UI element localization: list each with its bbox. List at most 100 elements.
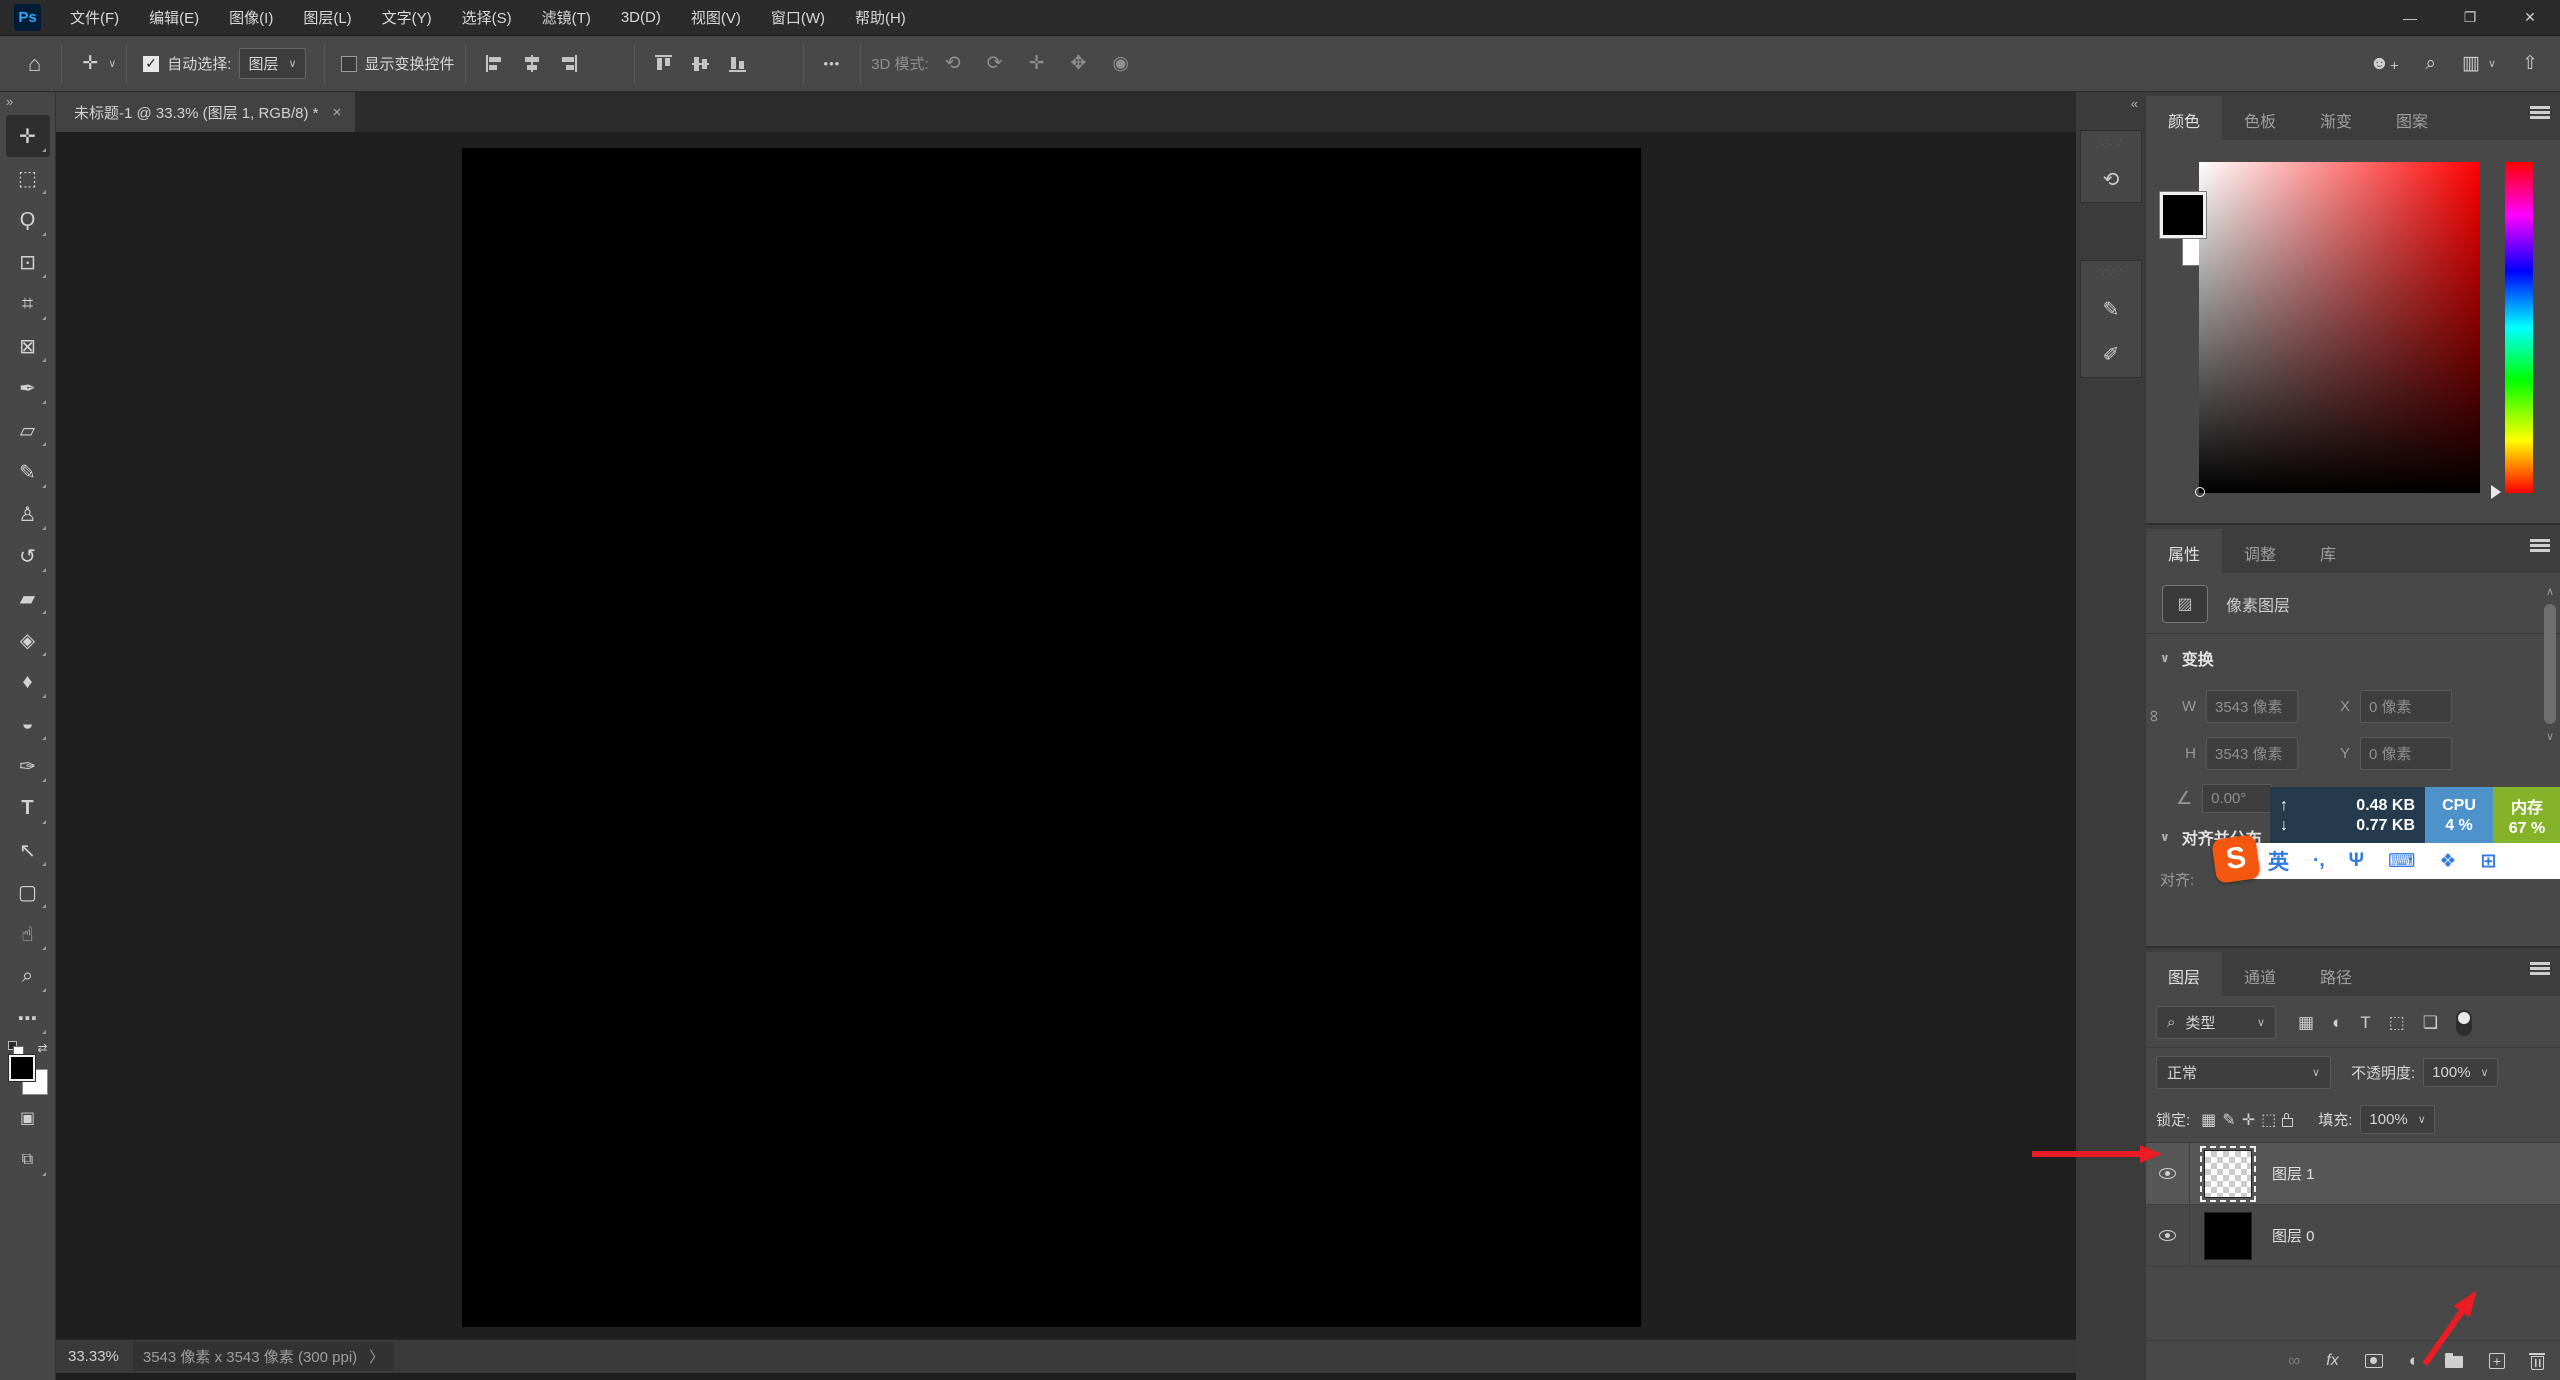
- layers-tab-通道[interactable]: 通道: [2222, 952, 2298, 996]
- align-right-icon[interactable]: [560, 55, 577, 72]
- show-transform-checkbox[interactable]: [341, 56, 357, 72]
- hue-slider[interactable]: [2505, 162, 2533, 493]
- layers-tab-图层[interactable]: 图层: [2146, 952, 2222, 996]
- object-selection-tool[interactable]: ⊡: [6, 241, 50, 283]
- align-top-icon[interactable]: [655, 55, 672, 72]
- workspace-chevron-icon[interactable]: ∨: [2488, 57, 2496, 70]
- collapse-strip-icon[interactable]: «: [2131, 96, 2138, 111]
- clone-stamp-tool[interactable]: ♙: [6, 493, 50, 535]
- blend-mode-dropdown[interactable]: 正常∨: [2156, 1056, 2331, 1089]
- lock-all-icon[interactable]: [2282, 1118, 2293, 1127]
- edit-toolbar[interactable]: ⋯: [6, 997, 50, 1039]
- dodge-tool[interactable]: ◒: [6, 703, 50, 745]
- zoom-level-field[interactable]: 33.33%: [68, 1348, 119, 1365]
- layer-row[interactable]: 图层 1: [2146, 1143, 2560, 1205]
- lock-position-icon[interactable]: ✛: [2242, 1110, 2255, 1130]
- brushes-panel-icon[interactable]: ✐: [2103, 342, 2120, 367]
- menu-图层[interactable]: 图层(L): [288, 0, 366, 36]
- home-icon[interactable]: ⌂: [18, 51, 51, 77]
- eye-icon[interactable]: [2159, 1168, 2176, 1179]
- crop-tool[interactable]: ⌗: [6, 283, 50, 325]
- ime-keyboard-icon[interactable]: ⌨: [2388, 850, 2415, 873]
- quick-mask-button[interactable]: ▣: [6, 1097, 50, 1139]
- status-chevron-icon[interactable]: 〉: [369, 1346, 384, 1367]
- brush-settings-panel-icon[interactable]: ✎: [2103, 297, 2120, 322]
- fill-field[interactable]: 100%∨: [2360, 1105, 2434, 1134]
- rectangle-tool[interactable]: ▢: [6, 871, 50, 913]
- new-layer-icon[interactable]: +: [2489, 1353, 2505, 1369]
- lock-artboard-icon[interactable]: ⬚: [2261, 1110, 2276, 1130]
- delete-layer-icon[interactable]: [2531, 1356, 2544, 1370]
- toolbar-expand-icon[interactable]: »: [0, 92, 19, 115]
- canvas-image[interactable]: [462, 148, 1641, 1327]
- rotation-angle-field[interactable]: 0.00°: [2202, 784, 2272, 813]
- brush-tool[interactable]: ✎: [6, 451, 50, 493]
- more-options-icon[interactable]: •••: [814, 56, 851, 71]
- document-tab[interactable]: 未标题-1 @ 33.3% (图层 1, RGB/8) * ×: [56, 92, 355, 132]
- canvas-pasteboard[interactable]: [56, 132, 2076, 1339]
- properties-panel-menu-icon[interactable]: [2530, 537, 2550, 558]
- filter-adjustment-layer-icon[interactable]: ◐: [2332, 1013, 2342, 1033]
- eraser-tool[interactable]: ▰: [6, 577, 50, 619]
- ime-mic-icon[interactable]: Ψ: [2349, 850, 2364, 872]
- visibility-cell[interactable]: [2146, 1205, 2190, 1266]
- close-document-icon[interactable]: ×: [332, 104, 341, 121]
- screen-mode-button[interactable]: ⧉: [6, 1139, 50, 1181]
- path-selection-tool[interactable]: ↖: [6, 829, 50, 871]
- layer-mask-icon[interactable]: [2365, 1354, 2383, 1368]
- layer-filter-toggle[interactable]: [2456, 1010, 2472, 1036]
- properties-tab-库[interactable]: 库: [2298, 529, 2358, 573]
- move-tool-preset-icon[interactable]: ✛: [72, 52, 108, 75]
- x-field[interactable]: 0 像素: [2360, 690, 2452, 723]
- ime-punctuation-icon[interactable]: ·,: [2313, 850, 2325, 872]
- distribute-v-icon[interactable]: [766, 55, 783, 72]
- restore-button[interactable]: ❐: [2440, 0, 2500, 36]
- filter-pixel-layer-icon[interactable]: ▦: [2298, 1013, 2314, 1033]
- move-tool[interactable]: ✛: [6, 115, 50, 157]
- minimize-button[interactable]: —: [2380, 0, 2440, 36]
- frame-tool[interactable]: ⊠: [6, 325, 50, 367]
- color-tab-色板[interactable]: 色板: [2222, 96, 2298, 140]
- default-colors-icon[interactable]: [8, 1041, 17, 1050]
- menu-文字[interactable]: 文字(Y): [367, 0, 447, 36]
- height-field[interactable]: 3543 像素: [2206, 737, 2298, 770]
- menu-滤镜[interactable]: 滤镜(T): [527, 0, 606, 36]
- auto-select-target-dropdown[interactable]: 图层 ∨: [239, 48, 305, 79]
- swap-colors-icon[interactable]: ⇄: [37, 1041, 47, 1055]
- pen-tool[interactable]: ✑: [6, 745, 50, 787]
- layer-thumbnail[interactable]: [2204, 1150, 2252, 1198]
- eye-icon[interactable]: [2159, 1230, 2176, 1241]
- layer-row[interactable]: 图层 0: [2146, 1205, 2560, 1267]
- color-tab-图案[interactable]: 图案: [2374, 96, 2450, 140]
- type-tool[interactable]: T: [6, 787, 50, 829]
- y-field[interactable]: 0 像素: [2360, 737, 2452, 770]
- menu-视图[interactable]: 视图(V): [676, 0, 756, 36]
- properties-tab-属性[interactable]: 属性: [2146, 529, 2222, 573]
- filter-type-dropdown[interactable]: ⌕ 类型 ∨: [2156, 1006, 2276, 1039]
- menu-帮助[interactable]: 帮助(H): [840, 0, 921, 36]
- color-tab-颜色[interactable]: 颜色: [2146, 96, 2222, 140]
- layer-thumbnail[interactable]: [2204, 1212, 2252, 1260]
- filter-smart-object-icon[interactable]: ❏: [2423, 1013, 2438, 1033]
- transform-section-header[interactable]: ∨ 变换: [2146, 634, 2560, 676]
- properties-scrollbar[interactable]: ∧∨: [2542, 585, 2558, 935]
- ime-toolbox-icon[interactable]: ⊞: [2480, 850, 2496, 873]
- marquee-tool[interactable]: ⬚: [6, 157, 50, 199]
- history-panel-icon[interactable]: ⟲: [2103, 167, 2120, 192]
- opacity-field[interactable]: 100%∨: [2423, 1058, 2497, 1087]
- lock-transparent-icon[interactable]: ▦: [2201, 1110, 2216, 1130]
- close-button[interactable]: ✕: [2500, 0, 2560, 36]
- menu-窗口[interactable]: 窗口(W): [756, 0, 840, 36]
- distribute-h-icon[interactable]: [597, 55, 614, 72]
- tool-preset-chevron-icon[interactable]: ∨: [108, 57, 116, 70]
- share-image-icon[interactable]: ☻₊: [2369, 52, 2399, 75]
- align-left-icon[interactable]: [486, 55, 503, 72]
- auto-select-checkbox[interactable]: [143, 56, 159, 72]
- history-brush-tool[interactable]: ↺: [6, 535, 50, 577]
- filter-shape-layer-icon[interactable]: ⬚: [2389, 1013, 2405, 1033]
- paint-bucket-tool[interactable]: ◈: [6, 619, 50, 661]
- width-field[interactable]: 3543 像素: [2206, 690, 2298, 723]
- layers-tab-路径[interactable]: 路径: [2298, 952, 2374, 996]
- link-layers-icon[interactable]: ∞: [2288, 1351, 2300, 1371]
- scrollbar-thumb[interactable]: [2544, 604, 2556, 724]
